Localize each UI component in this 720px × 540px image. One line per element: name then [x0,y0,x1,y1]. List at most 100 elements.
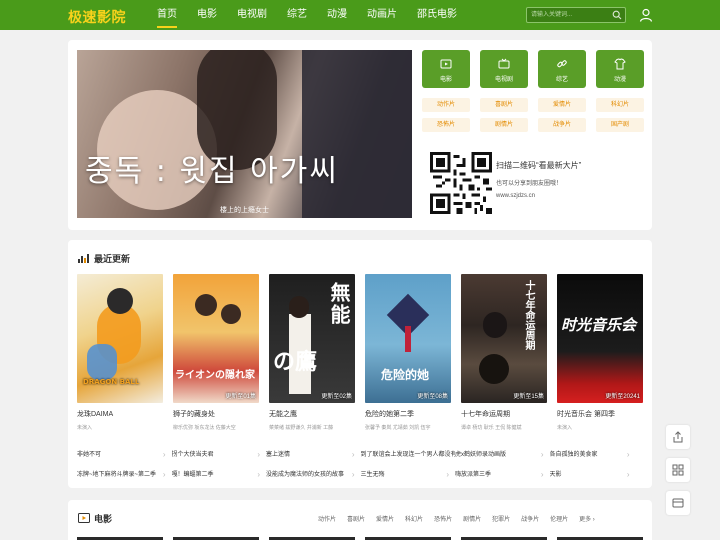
movie-tab[interactable]: 动作片 [318,514,336,523]
nav-home[interactable]: 首页 [150,0,184,30]
poster-image[interactable]: 时光音乐会 更新至20241 [557,274,643,403]
nav-movies[interactable]: 电影 [190,0,224,30]
poster-badge: 更新至15集 [513,394,544,400]
poster-title[interactable]: 无能之鹰 [269,409,355,419]
poster-title[interactable]: 狮子的藏身处 [173,409,259,419]
site-logo[interactable]: 极速影院 [68,7,126,27]
update-link-list: 非她不可 拐个大侠当夫君 塞上迷情 到了联谊会上发现连一个男人都没有 虎x鹤妖师… [77,445,639,485]
movie-tab[interactable]: 剧情片 [463,514,481,523]
genre-tag[interactable]: 动作片 [422,98,470,112]
poster-logo-text: ライオンの隠れ家 [175,370,255,381]
update-link[interactable]: 拐个大侠当夫君 [172,445,267,465]
poster-actors: 张馨予 秦岚 尤靖茹 刘凯 伍宇 [365,425,431,431]
qr-button[interactable] [666,458,690,482]
update-link[interactable]: 天影 [550,465,636,485]
update-link[interactable]: 虎x鹤妖师录动画版 [455,445,550,465]
tile-variety[interactable]: 综艺 [538,50,586,88]
banner-slide[interactable]: 중독 : 윗집 아가씨 楼上的上瘾女士 [77,50,412,218]
tile-anime[interactable]: 动漫 [596,50,644,88]
poster-title[interactable]: 龙珠DAIMA [77,409,163,419]
poster-badge: 更新至20241 [605,394,640,400]
genre-tag[interactable]: 爱情片 [538,98,586,112]
movie-tab[interactable]: 科幻片 [405,514,423,523]
poster-actors: 谭卓 杨玏 耿乐 王侃 陈健斌 [461,425,522,431]
genre-tag[interactable]: 喜剧片 [480,98,528,112]
grid-icon [672,464,684,476]
user-icon[interactable] [639,8,653,22]
genre-tag[interactable]: 剧情片 [480,118,528,132]
nav-anime[interactable]: 动漫 [320,0,354,30]
tv-icon [498,58,510,69]
tile-label: 电影 [439,77,452,83]
nav-cartoon[interactable]: 动画片 [360,0,404,30]
update-link[interactable]: 三生无殇 [361,465,456,485]
qr-title: 扫描二维码“看最新大片” [496,161,582,170]
search-box [526,7,626,23]
update-link[interactable]: 嘎！蝙蝠第二季 [172,465,267,485]
poster-card[interactable]: 無能 の鷹 更新至02集 无能之鹰 菜菜绪 兹野谦久 井浦新 工藤 [269,274,355,431]
genre-tag[interactable]: 战争片 [538,118,586,132]
section-header: 最近更新 [78,251,130,265]
poster-actors: 柳乐优弥 坂东龙汰 佐藤大空 [173,425,236,431]
search-icon[interactable] [612,10,622,20]
poster-image[interactable]: 無能 の鷹 更新至02集 [269,274,355,403]
feedback-button[interactable] [666,491,690,515]
movie-tab[interactable]: 恐怖片 [434,514,452,523]
update-link[interactable]: 各自孤独的美食家 [550,445,636,465]
movie-tab[interactable]: 伦理片 [550,514,568,523]
poster-card[interactable]: 危险的她 更新至08集 危险的她第二季 张馨予 秦岚 尤靖茹 刘凯 伍宇 [365,274,451,431]
nav-shaw[interactable]: 邵氏电影 [410,0,464,30]
genre-tags: 动作片 喜剧片 爱情片 科幻片 恐怖片 剧情片 战争片 国产剧 [422,98,644,132]
genre-tag[interactable]: 国产剧 [596,118,644,132]
poster-card[interactable]: DRAGON BALL 龙珠DAIMA 未演入 [77,274,163,431]
banner-caption: 楼上的上瘾女士 [220,207,269,214]
video-icon [78,513,90,523]
movies-panel: 电影 动作片 喜剧片 爱情片 科幻片 恐怖片 剧情片 犯罪片 战争片 伦理片 更… [68,500,652,540]
genre-tag[interactable]: 科幻片 [596,98,644,112]
search-input[interactable] [531,9,611,21]
poster-badge: 更新至08集 [417,394,448,400]
update-link[interactable]: 嗨放派第三季 [455,465,550,485]
play-icon [440,59,452,69]
poster-actors: 未演入 [557,425,573,431]
update-link[interactable]: 没能成为魔法师的女孩的故事 [266,465,361,485]
share-icon [673,431,683,443]
update-link[interactable]: 冻牌~地下麻将斗牌录~第二季 [77,465,172,485]
update-link[interactable]: 塞上迷情 [266,445,361,465]
tile-movies[interactable]: 电影 [422,50,470,88]
genre-tag[interactable]: 恐怖片 [422,118,470,132]
poster-image[interactable]: DRAGON BALL [77,274,163,403]
poster-badge: 更新至01集 [225,394,256,400]
section-title: 最近更新 [94,253,131,264]
movie-tab[interactable]: 战争片 [521,514,539,523]
share-button[interactable] [666,425,690,449]
qr-url: www.szjdzs.cn [496,193,536,199]
poster-image[interactable]: 危险的她 更新至08集 [365,274,451,403]
latest-updates-panel: 最近更新 DRAGON BALL 龙珠DAIMA 未演入 ライオンの隠れ家 更新… [68,240,652,488]
tile-tv[interactable]: 电视剧 [480,50,528,88]
update-link[interactable]: 到了联谊会上发现连一个男人都没有 [361,445,456,465]
movie-tab[interactable]: 犯罪片 [492,514,510,523]
poster-title[interactable]: 时光音乐会 第四季 [557,409,643,419]
nav-variety[interactable]: 综艺 [280,0,314,30]
poster-logo-text: 無能 [327,282,351,326]
section-title: 电影 [94,513,113,524]
poster-image[interactable]: ライオンの隠れ家 更新至01集 [173,274,259,403]
message-icon [672,498,684,508]
movie-tab[interactable]: 爱情片 [376,514,394,523]
poster-card[interactable]: 时光音乐会 更新至20241 时光音乐会 第四季 未演入 [557,274,643,431]
poster-image[interactable]: 十七年命运周期 更新至15集 [461,274,547,403]
movie-tab[interactable]: 喜剧片 [347,514,365,523]
movie-tab-more[interactable]: 更多 › [579,514,595,523]
link-icon [557,60,567,68]
poster-logo-text: DRAGON BALL [83,378,140,386]
poster-title[interactable]: 危险的她第二季 [365,409,451,419]
poster-title[interactable]: 十七年命运周期 [461,409,547,419]
poster-actors: 菜菜绪 兹野谦久 井浦新 工藤 [269,425,334,431]
poster-card[interactable]: ライオンの隠れ家 更新至01集 狮子的藏身处 柳乐优弥 坂东龙汰 佐藤大空 [173,274,259,431]
poster-logo-text: 时光音乐会 [561,316,637,334]
poster-card[interactable]: 十七年命运周期 更新至15集 十七年命运周期 谭卓 杨玏 耿乐 王侃 陈健斌 [461,274,547,431]
main-nav: 首页 电影 电视剧 综艺 动漫 动画片 邵氏电影 [150,0,470,30]
nav-tv[interactable]: 电视剧 [230,0,274,30]
update-link[interactable]: 非她不可 [77,445,172,465]
